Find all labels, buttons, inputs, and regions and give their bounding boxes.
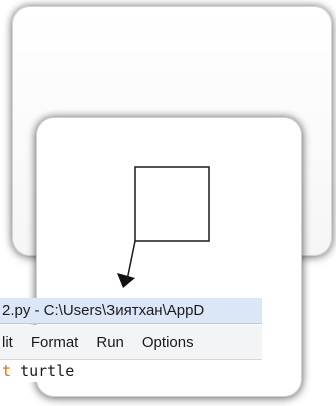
menu-item-options[interactable]: Options [133, 334, 203, 351]
editor-code-line[interactable]: t turtle [0, 360, 262, 382]
arrow-turtle-icon [117, 273, 135, 288]
editor-menu-bar: lit Format Run Options [0, 325, 262, 360]
menu-item-run[interactable]: Run [87, 334, 133, 351]
menu-item-format[interactable]: Format [22, 334, 88, 351]
idle-editor-window[interactable]: 2.py - C:\Users\Зиятхан\AppD lit Format … [0, 298, 262, 382]
turtle-trail-line [126, 240, 136, 281]
turtle-drawn-square [134, 166, 210, 242]
code-text: turtle [20, 362, 75, 380]
desktop-area: 2.py - C:\Users\Зиятхан\AppD lit Format … [0, 0, 336, 406]
code-keyword: t [2, 362, 12, 380]
editor-title-text: 2.py - C:\Users\Зиятхан\AppD [2, 302, 205, 319]
menu-item-edit[interactable]: lit [0, 334, 22, 351]
editor-title-bar[interactable]: 2.py - C:\Users\Зиятхан\AppD [0, 298, 262, 324]
